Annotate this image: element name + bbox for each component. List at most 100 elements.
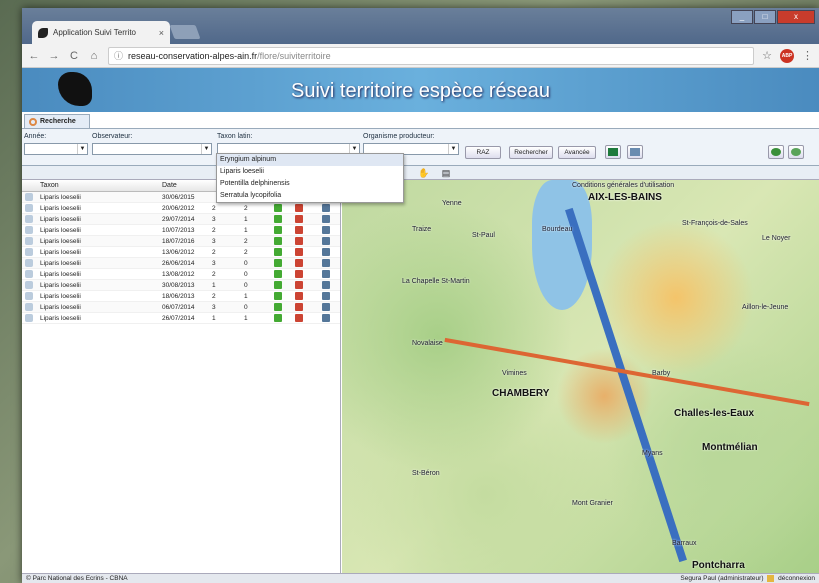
details-icon[interactable] — [322, 270, 330, 278]
details-icon[interactable] — [322, 226, 330, 234]
edit-icon[interactable] — [274, 281, 282, 289]
table-row[interactable]: Liparis loeselii 10/07/2013 2 1 — [22, 225, 340, 236]
delete-icon[interactable] — [295, 215, 303, 223]
menu-icon[interactable]: ⋮ — [802, 49, 813, 62]
zoom-to-icon[interactable] — [25, 237, 33, 245]
map-view[interactable]: Conditions générales d'utilisation AIX-L… — [342, 180, 819, 573]
delete-icon[interactable] — [295, 204, 303, 212]
maximize-button[interactable]: □ — [754, 10, 776, 24]
edit-icon[interactable] — [274, 259, 282, 267]
cell-taxon: Liparis loeselii — [40, 238, 81, 245]
delete-icon[interactable] — [295, 292, 303, 300]
highway-road — [565, 207, 687, 563]
cell-taxon: Liparis loeselii — [40, 194, 81, 201]
zoom-to-icon[interactable] — [25, 292, 33, 300]
delete-icon[interactable] — [295, 270, 303, 278]
delete-icon[interactable] — [295, 303, 303, 311]
zoom-to-icon[interactable] — [25, 248, 33, 256]
zoom-to-icon[interactable] — [25, 314, 33, 322]
table-row[interactable]: Liparis loeselii 26/07/2014 1 1 — [22, 313, 340, 324]
home-icon[interactable]: ⌂ — [88, 50, 100, 62]
edit-icon[interactable] — [274, 292, 282, 300]
details-icon[interactable] — [322, 303, 330, 311]
table-row[interactable]: Liparis loeselii 29/07/2014 3 1 — [22, 214, 340, 225]
zoom-to-icon[interactable] — [25, 226, 33, 234]
tab-close-icon[interactable]: × — [159, 28, 164, 38]
edit-icon[interactable] — [274, 248, 282, 256]
details-icon[interactable] — [322, 314, 330, 322]
edit-icon[interactable] — [274, 226, 282, 234]
column-header-taxon[interactable]: Taxon — [40, 182, 59, 189]
new-tab-button[interactable] — [169, 25, 201, 39]
zoom-to-icon[interactable] — [25, 303, 33, 311]
bookmark-star-icon[interactable]: ☆ — [762, 49, 772, 62]
table-row[interactable]: Liparis loeselii 20/06/2012 2 2 — [22, 203, 340, 214]
zoom-in-plant-button[interactable] — [768, 145, 784, 159]
table-row[interactable]: Liparis loeselii 18/07/2016 3 2 — [22, 236, 340, 247]
edit-icon[interactable] — [274, 314, 282, 322]
dropdown-option[interactable]: Eryngium alpinum — [217, 154, 403, 166]
details-icon[interactable] — [322, 215, 330, 223]
forward-icon[interactable]: → — [48, 50, 60, 62]
edit-icon[interactable] — [274, 303, 282, 311]
pan-hand-icon[interactable]: ✋ — [418, 167, 430, 179]
dropdown-option[interactable]: Liparis loeselii — [217, 166, 403, 178]
address-bar[interactable]: ⓘ reseau-conservation-alpes-ain.fr /flor… — [108, 46, 755, 65]
zoom-to-icon[interactable] — [25, 270, 33, 278]
dropdown-option[interactable]: Serratula lycopifolia — [217, 190, 403, 202]
table-row[interactable]: Liparis loeselii 30/08/2013 1 0 — [22, 280, 340, 291]
zoom-to-icon[interactable] — [25, 193, 33, 201]
details-icon[interactable] — [322, 248, 330, 256]
details-icon[interactable] — [322, 204, 330, 212]
delete-icon[interactable] — [295, 248, 303, 256]
delete-icon[interactable] — [295, 237, 303, 245]
map-attribution[interactable]: Conditions générales d'utilisation — [572, 182, 674, 189]
details-icon[interactable] — [322, 292, 330, 300]
table-row[interactable]: Liparis loeselii 13/08/2012 2 0 — [22, 269, 340, 280]
zoom-to-icon[interactable] — [25, 204, 33, 212]
reload-icon[interactable]: C — [68, 50, 80, 62]
delete-icon[interactable] — [295, 259, 303, 267]
zoom-to-icon[interactable] — [25, 259, 33, 267]
info-icon[interactable]: ⓘ — [114, 49, 123, 62]
table-row[interactable]: Liparis loeselii 06/07/2014 3 0 — [22, 302, 340, 313]
minimize-button[interactable]: _ — [731, 10, 753, 24]
delete-icon[interactable] — [295, 281, 303, 289]
details-icon[interactable] — [322, 237, 330, 245]
browser-tab[interactable]: Application Suivi Territo × — [32, 21, 170, 44]
adblock-icon[interactable]: ABP — [780, 48, 794, 63]
table-row[interactable]: Liparis loeselii 13/06/2012 2 2 — [22, 247, 340, 258]
rechercher-button[interactable]: Rechercher — [509, 146, 553, 159]
layers-icon[interactable]: ▤ — [440, 167, 452, 179]
edit-icon[interactable] — [274, 215, 282, 223]
annee-select[interactable]: ▼ — [24, 143, 88, 155]
raz-button[interactable]: RAZ — [465, 146, 501, 159]
avancee-button[interactable]: Avancée — [558, 146, 596, 159]
logout-link[interactable]: déconnexion — [778, 575, 815, 582]
zoom-to-icon[interactable] — [25, 215, 33, 223]
details-icon[interactable] — [322, 281, 330, 289]
column-header-date[interactable]: Date — [162, 182, 177, 189]
app-banner: Suivi territoire espèce réseau — [22, 68, 819, 112]
logout-icon[interactable] — [767, 575, 775, 582]
edit-icon[interactable] — [274, 270, 282, 278]
cell-count-a: 2 — [212, 205, 216, 212]
observateur-select[interactable]: ▼ — [92, 143, 212, 155]
zoom-to-icon[interactable] — [25, 281, 33, 289]
tab-recherche[interactable]: Recherche — [24, 114, 90, 128]
place-label: La Chapelle St-Martin — [402, 278, 470, 285]
delete-icon[interactable] — [295, 314, 303, 322]
delete-icon[interactable] — [295, 226, 303, 234]
back-icon[interactable]: ← — [28, 50, 40, 62]
dropdown-option[interactable]: Potentilla delphinensis — [217, 178, 403, 190]
table-row[interactable]: Liparis loeselii 18/06/2013 2 1 — [22, 291, 340, 302]
zoom-out-plant-button[interactable] — [788, 145, 804, 159]
close-window-button[interactable]: x — [777, 10, 815, 24]
excel-export-button[interactable] — [605, 145, 621, 159]
print-button[interactable] — [627, 145, 643, 159]
details-icon[interactable] — [322, 259, 330, 267]
table-row[interactable]: Liparis loeselii 26/06/2014 3 0 — [22, 258, 340, 269]
edit-icon[interactable] — [274, 237, 282, 245]
title-bar: Application Suivi Territo × _ □ x — [22, 8, 819, 44]
edit-icon[interactable] — [274, 204, 282, 212]
